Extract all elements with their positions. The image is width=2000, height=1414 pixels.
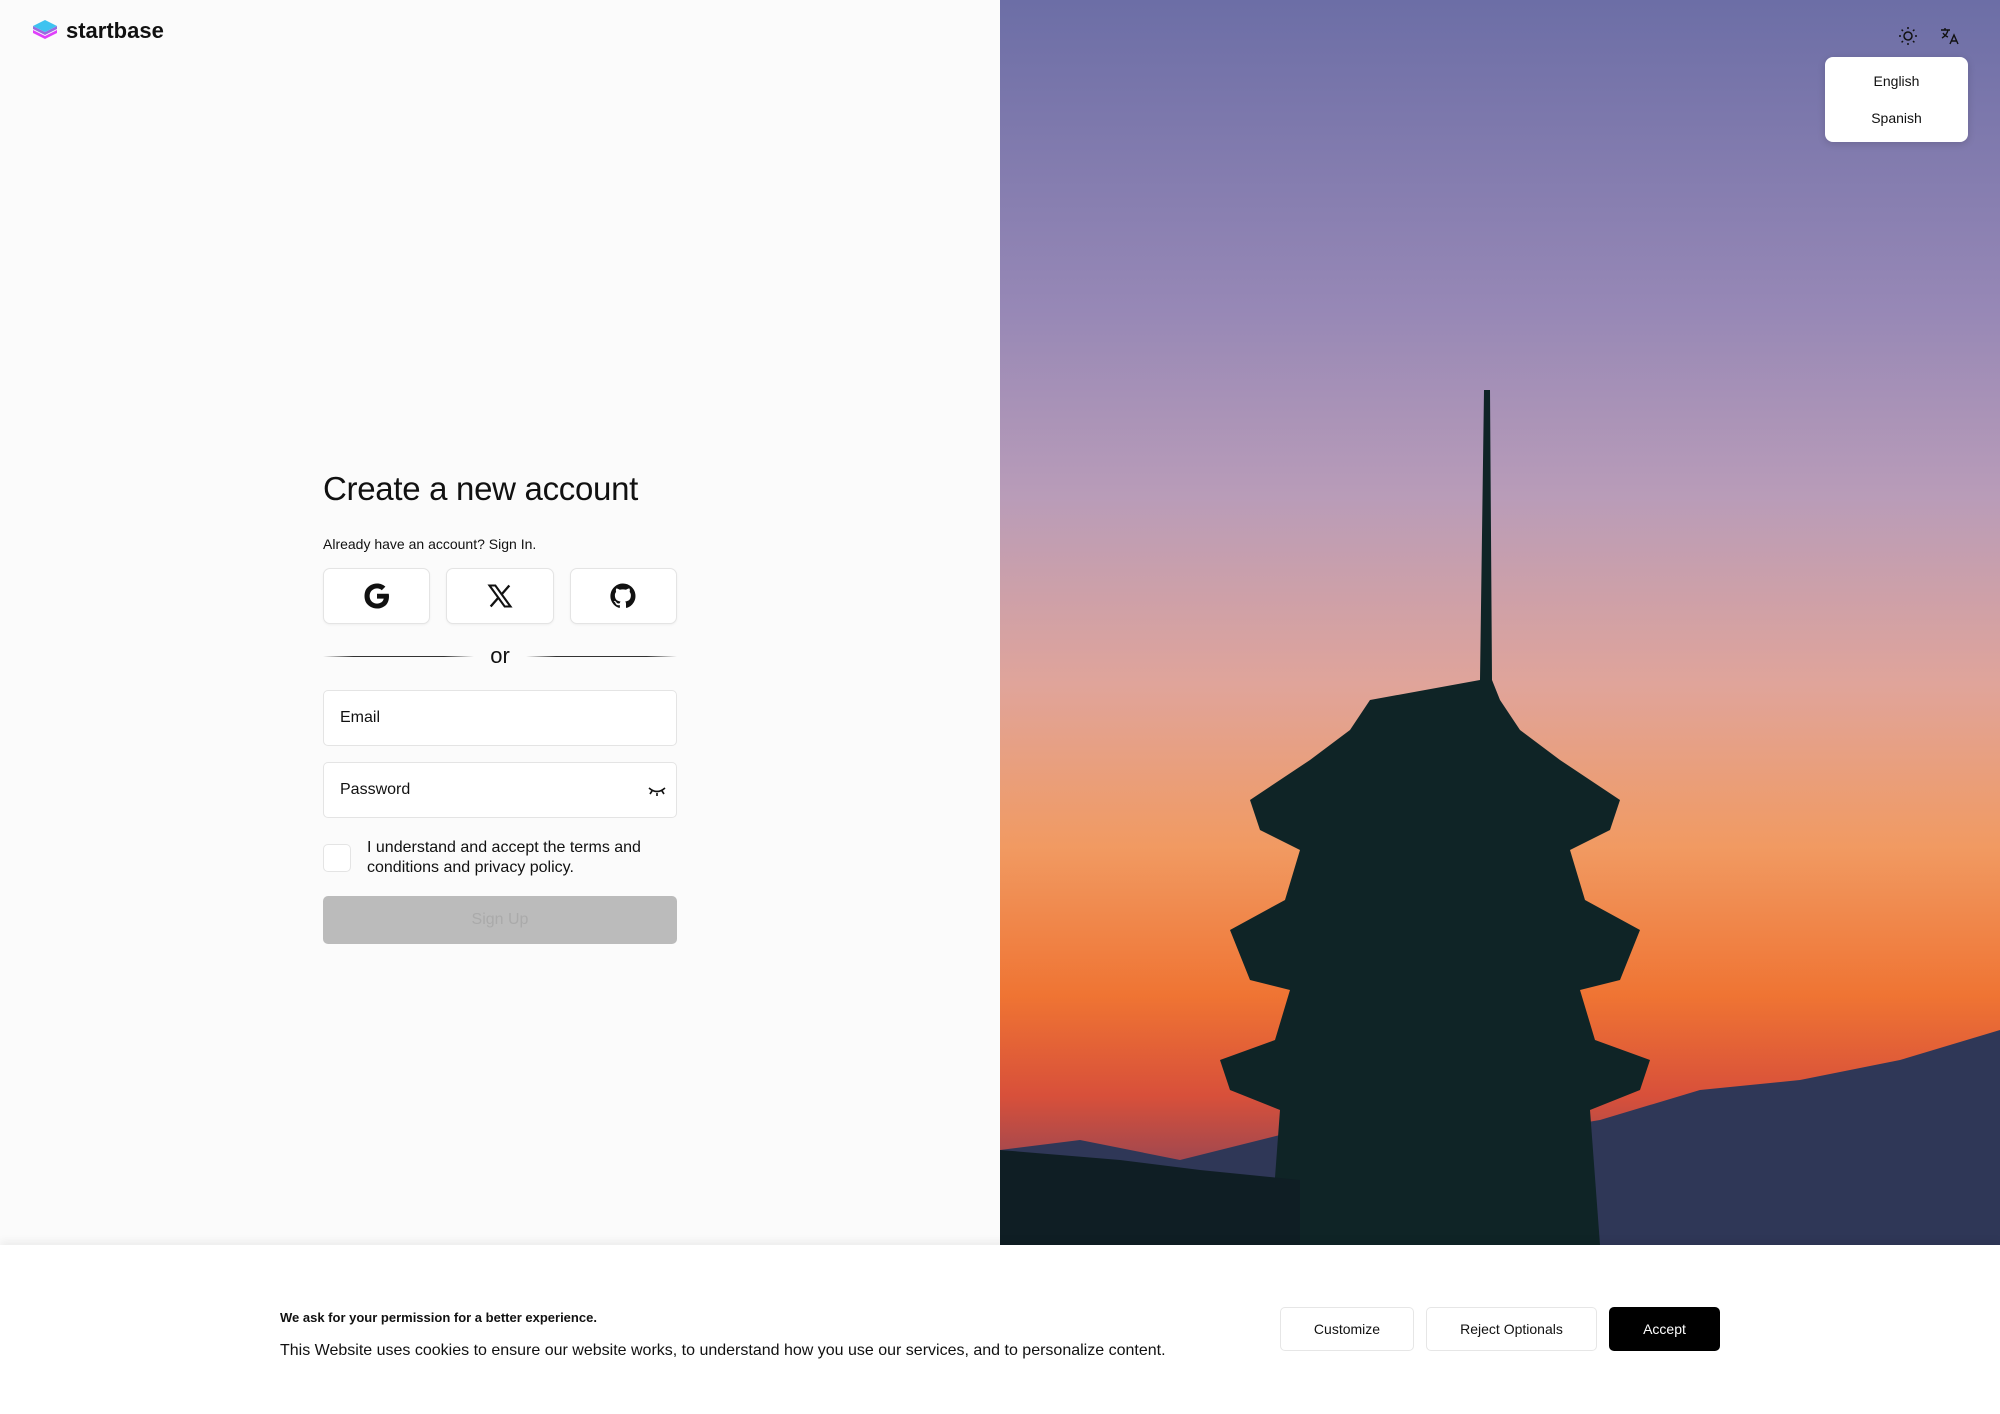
language-option-english[interactable]: English: [1874, 73, 1920, 89]
terms-row: I understand and accept the terms and co…: [323, 838, 677, 878]
accept-button[interactable]: Accept: [1609, 1307, 1720, 1351]
page-title: Create a new account: [323, 470, 639, 507]
top-actions: [1898, 26, 1960, 46]
email-field: [323, 690, 677, 746]
customize-button[interactable]: Customize: [1280, 1307, 1414, 1351]
divider-text: or: [490, 643, 510, 668]
password-input[interactable]: [340, 781, 676, 799]
brand-name: startbase: [66, 18, 164, 43]
divider-line: [323, 655, 475, 657]
password-field: [323, 762, 677, 818]
github-signin-button[interactable]: [569, 568, 677, 624]
github-icon: [610, 583, 636, 608]
reject-optionals-button[interactable]: Reject Optionals: [1426, 1307, 1597, 1351]
divider-line: [525, 655, 677, 657]
x-signin-button[interactable]: [446, 568, 554, 624]
terms-checkbox[interactable]: [323, 844, 351, 872]
translate-icon[interactable]: [1940, 26, 1960, 46]
cookie-banner: We ask for your permission for a better …: [0, 1245, 2000, 1414]
google-icon: [364, 583, 389, 609]
sun-icon[interactable]: [1898, 26, 1918, 46]
signin-link[interactable]: Already have an account? Sign In.: [323, 536, 677, 552]
layers-logo-icon: [33, 20, 57, 39]
cookie-title: We ask for your permission for a better …: [280, 1310, 597, 1325]
google-signin-button[interactable]: [323, 568, 431, 624]
email-input[interactable]: [340, 709, 676, 727]
language-option-spanish[interactable]: Spanish: [1871, 110, 1922, 126]
hero-image: [1000, 0, 2000, 1245]
pagoda-silhouette: [1000, 390, 2000, 1245]
signup-form: Create a new account Already have an acc…: [323, 470, 677, 944]
terms-label: I understand and accept the terms and co…: [367, 839, 641, 876]
or-divider: or: [323, 638, 677, 674]
eye-closed-icon[interactable]: [648, 785, 666, 797]
social-login: [323, 568, 677, 624]
x-icon: [487, 584, 513, 608]
cookie-text: This Website uses cookies to ensure our …: [280, 1342, 1166, 1359]
brand-logo[interactable]: startbase: [32, 18, 164, 44]
signup-panel: startbase Create a new account Already h…: [0, 0, 1000, 1245]
language-menu: English Spanish: [1825, 57, 1968, 142]
signup-button[interactable]: Sign Up: [323, 896, 677, 944]
